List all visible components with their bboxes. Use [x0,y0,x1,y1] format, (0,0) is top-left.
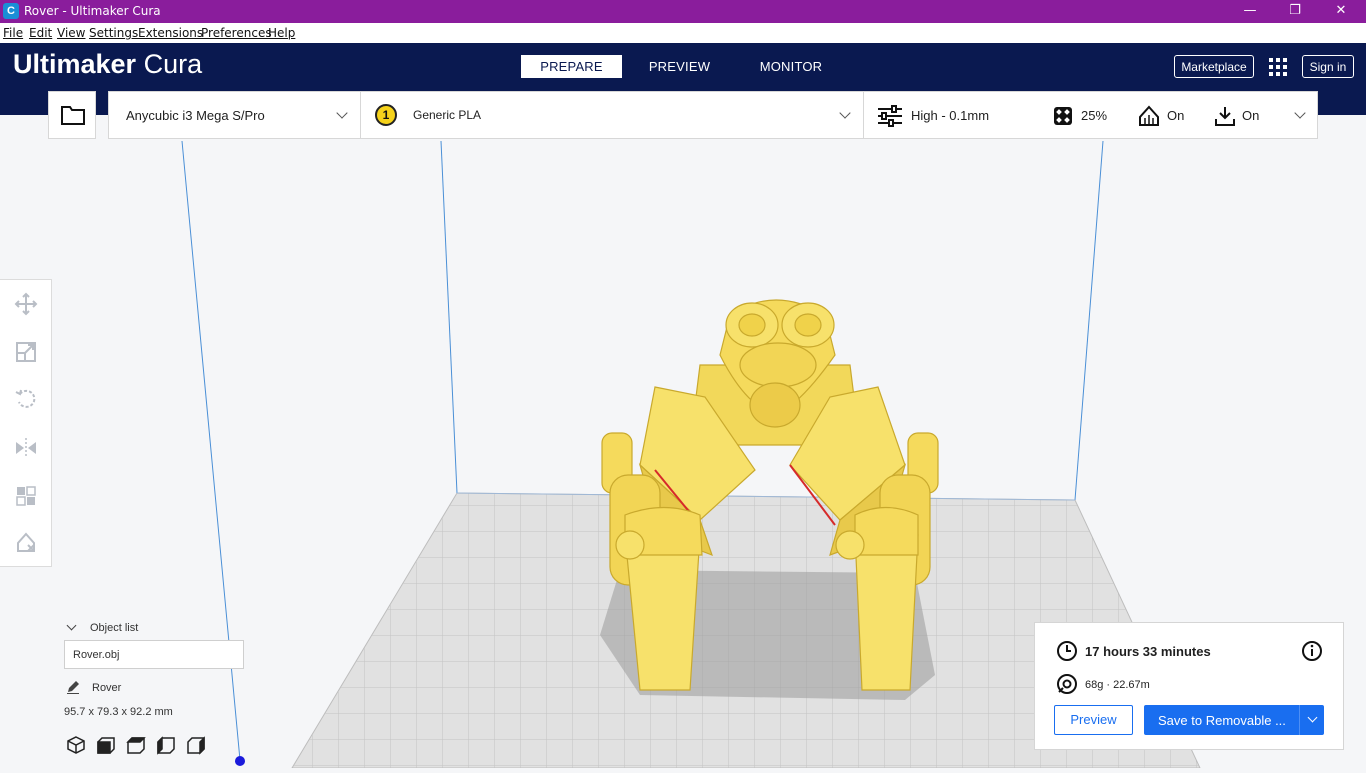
window-title-bar: C Rover - Ultimaker Cura — ❐ ✕ [0,0,1366,23]
menu-file[interactable]: File [3,26,23,40]
infill-icon [1054,107,1072,125]
chevron-down-icon [66,620,77,631]
material-selector[interactable]: 1 Generic PLA [361,92,863,138]
folder-icon [61,106,85,125]
support-blocker-icon[interactable] [14,531,38,555]
material-name: Generic PLA [413,108,482,122]
pencil-icon[interactable] [66,680,80,694]
support-value: On [1167,108,1185,123]
per-model-settings-icon[interactable] [14,484,38,508]
menu-settings[interactable]: Settings [89,26,138,40]
object-list-header: Object list [90,622,139,634]
print-summary-panel: 17 hours 33 minutes 68g · 22.67m Preview… [1034,622,1344,750]
3d-view-icon[interactable] [66,735,86,755]
adhesion-value: On [1242,108,1260,123]
sign-in-button[interactable]: Sign in [1302,55,1354,78]
ultimaker-cura-logo: Ultimaker Cura [13,49,203,79]
marketplace-button[interactable]: Marketplace [1174,55,1254,78]
adhesion-icon [1215,107,1235,126]
printer-name: Anycubic i3 Mega S/Pro [126,108,265,123]
object-list-toggle[interactable]: Object list [64,620,264,638]
tab-monitor[interactable]: MONITOR [745,55,837,78]
menu-extensions[interactable]: Extensions [138,26,203,40]
tool-panel [0,279,52,567]
scale-icon[interactable] [14,340,38,364]
left-view-icon[interactable] [156,735,176,755]
print-settings-selector[interactable]: High - 0.1mm 25% On On [864,92,1317,138]
infill-value: 25% [1081,108,1108,123]
menu-view[interactable]: View [57,26,85,40]
window-title: Rover - Ultimaker Cura [24,4,161,18]
object-name: Rover [92,682,122,694]
apps-grid-icon[interactable] [1268,57,1288,77]
chevron-down-icon[interactable] [1307,712,1318,723]
profile-label: High - 0.1mm [911,108,990,123]
minimize-button[interactable]: — [1227,0,1273,23]
menu-edit[interactable]: Edit [29,26,52,40]
support-icon [1139,105,1159,126]
object-file-name: Rover.obj [73,649,120,661]
right-view-icon[interactable] [186,735,206,755]
tab-prepare[interactable]: PREPARE [521,55,622,78]
menu-bar: File Edit View Settings Extensions Prefe… [0,23,1366,43]
cura-app-icon: C [3,3,19,19]
top-view-icon[interactable] [126,735,146,755]
restore-button[interactable]: ❐ [1272,0,1318,23]
chevron-down-icon [839,107,851,119]
open-file-button[interactable] [48,91,96,139]
clock-icon [1057,641,1077,661]
extruder-badge: 1 [375,104,397,126]
menu-help[interactable]: Help [268,26,295,40]
printer-selector[interactable]: Anycubic i3 Mega S/Pro [109,92,361,138]
filament-spool-icon [1057,674,1077,694]
sliders-icon [878,105,902,127]
save-button-label: Save to Removable ... [1158,713,1286,728]
tab-preview[interactable]: PREVIEW [632,55,727,78]
menu-preferences[interactable]: Preferences [201,26,272,40]
info-icon[interactable] [1301,640,1323,662]
chevron-down-icon [1294,107,1306,119]
front-view-icon[interactable] [96,735,116,755]
close-button[interactable]: ✕ [1318,0,1364,23]
divider [1299,705,1300,735]
object-dimensions: 95.7 x 79.3 x 92.2 mm [64,706,173,718]
print-setup-bar: Anycubic i3 Mega S/Pro 1 Generic PLA Hig… [108,91,1318,139]
save-to-removable-button[interactable]: Save to Removable ... [1144,705,1324,735]
preview-button[interactable]: Preview [1054,705,1133,735]
print-time: 17 hours 33 minutes [1085,644,1211,659]
move-icon[interactable] [14,292,38,316]
chevron-down-icon [336,107,348,119]
material-usage: 68g · 22.67m [1085,679,1150,691]
rotate-icon[interactable] [14,387,38,411]
object-list-item[interactable]: Rover.obj [64,640,244,669]
mirror-icon[interactable] [14,436,38,460]
